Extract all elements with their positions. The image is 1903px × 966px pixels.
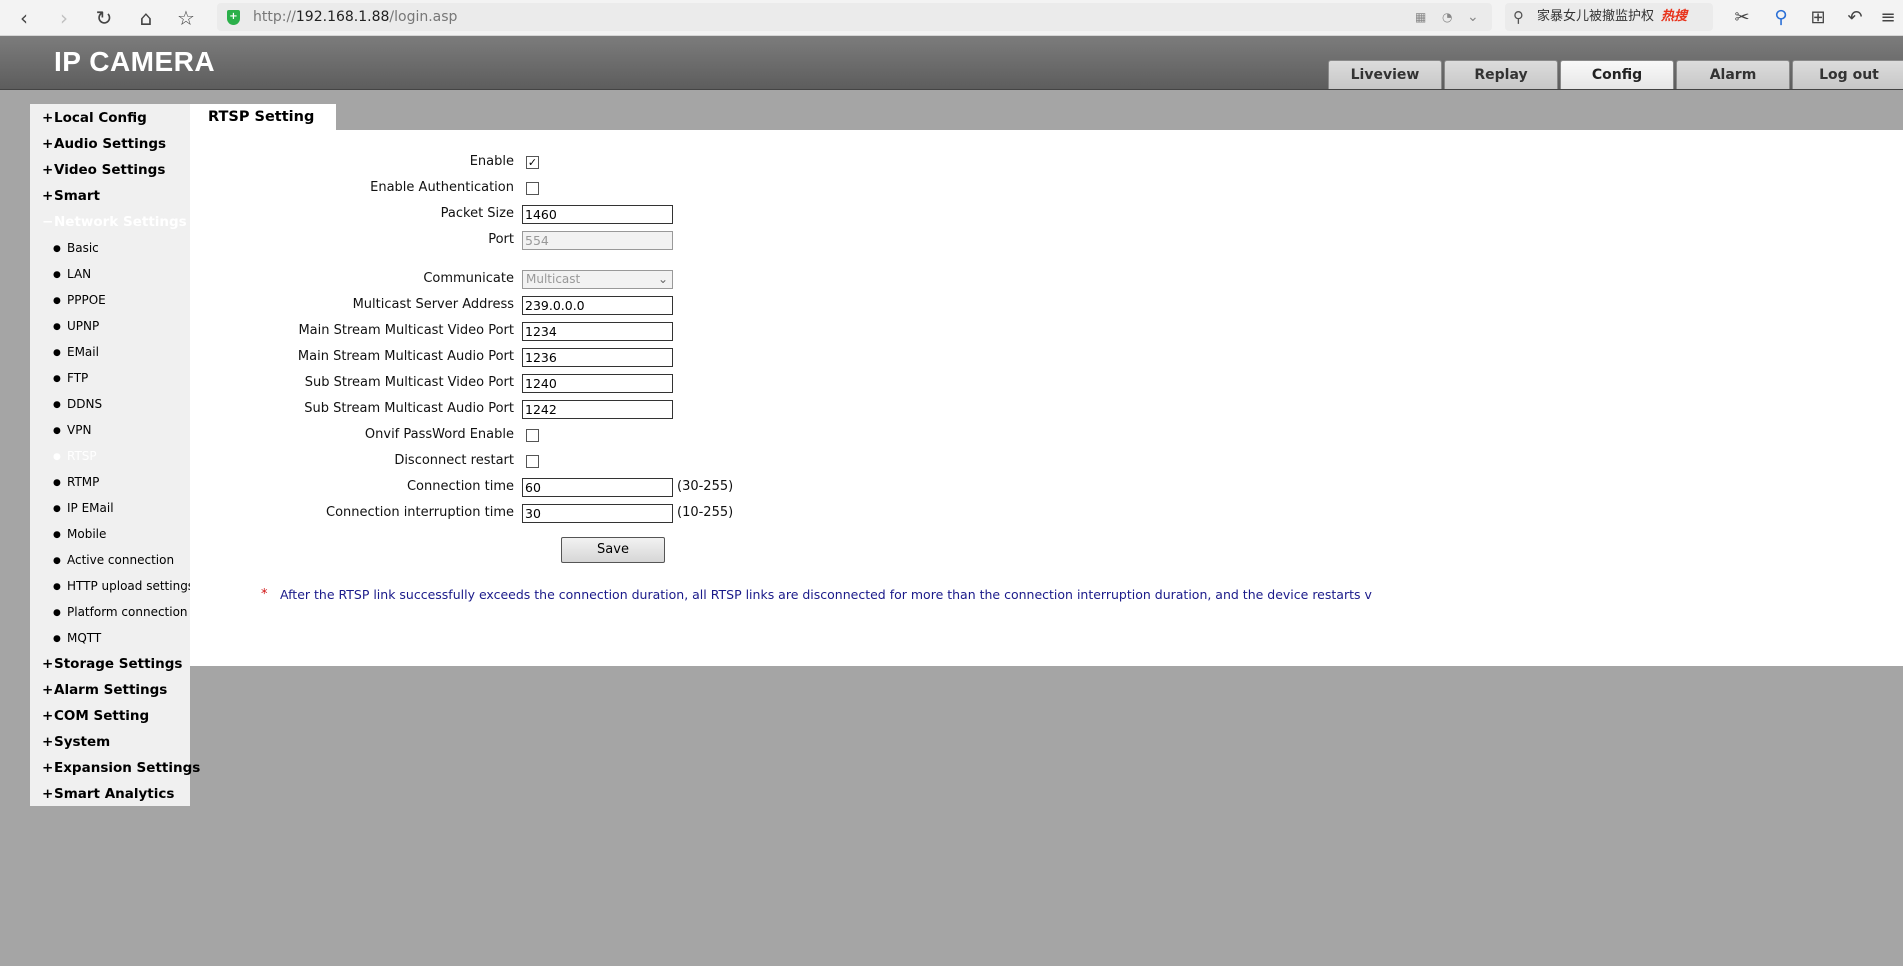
- main-audio-label: Main Stream Multicast Audio Port: [297, 349, 514, 364]
- conn-time-input[interactable]: 60: [522, 478, 673, 497]
- conn-time-label: Connection time: [406, 479, 514, 494]
- rtsp-settings-panel: Enable ✓ Enable Authentication Packet Si…: [190, 130, 1903, 666]
- communicate-label: Communicate: [423, 271, 514, 286]
- interrupt-label: Connection interruption time: [326, 505, 514, 520]
- url-text: http://192.168.1.88/login.asp: [253, 9, 458, 25]
- hot-search-badge: 热搜: [1661, 9, 1688, 24]
- packet-size-input[interactable]: 1460: [522, 205, 673, 224]
- row-auth: Enable Authentication: [190, 178, 1190, 200]
- mcast-addr-input[interactable]: 239.0.0.0: [522, 296, 673, 315]
- menu-smart-analytics[interactable]: +Smart Analytics: [42, 782, 202, 806]
- reader-icon[interactable]: ◔: [1442, 3, 1452, 31]
- menu-com-setting[interactable]: +COM Setting: [42, 704, 202, 728]
- row-interrupt: Connection interruption time 30 (10-255): [190, 503, 1190, 525]
- reload-icon[interactable]: ↻: [90, 4, 118, 32]
- sub-audio-port-input[interactable]: 1242: [522, 400, 673, 419]
- bookmark-star-icon[interactable]: ☆: [172, 4, 200, 32]
- auth-checkbox[interactable]: [526, 182, 539, 195]
- communicate-select: Multicast ⌄: [522, 270, 673, 289]
- apps-grid-icon[interactable]: ⊞: [1803, 4, 1833, 32]
- menu-local-config[interactable]: +Local Config: [42, 106, 202, 130]
- home-icon[interactable]: ⌂: [132, 4, 160, 32]
- mcast-addr-label: Multicast Server Address: [352, 297, 514, 312]
- note-asterisk: *: [261, 587, 268, 602]
- search-icon: ⚲: [1513, 8, 1524, 26]
- sub-audio-label: Sub Stream Multicast Audio Port: [304, 401, 514, 416]
- row-enable: Enable ✓: [190, 152, 1190, 174]
- menu-icon[interactable]: ≡: [1873, 4, 1903, 32]
- back-icon[interactable]: ‹: [10, 4, 38, 32]
- row-main-audio: Main Stream Multicast Audio Port 1236: [190, 347, 1190, 369]
- main-video-label: Main Stream Multicast Video Port: [298, 323, 514, 338]
- secure-shield-icon: +: [227, 10, 240, 25]
- panel-title-tab: RTSP Setting: [190, 104, 336, 130]
- tab-config[interactable]: Config: [1560, 60, 1674, 89]
- row-disconnect: Disconnect restart: [190, 451, 1190, 473]
- browser-toolbar: ‹ › ↻ ⌂ ☆ + http://192.168.1.88/login.as…: [0, 0, 1903, 36]
- port-label: Port: [488, 232, 514, 247]
- interrupt-time-input[interactable]: 30: [522, 504, 673, 523]
- menu-expansion-settings[interactable]: +Expansion Settings: [42, 756, 202, 780]
- address-bar[interactable]: + http://192.168.1.88/login.asp ▦ ◔ ⌄: [217, 3, 1492, 31]
- menu-active-connection[interactable]: ● Active connection: [53, 548, 213, 572]
- enable-checkbox[interactable]: ✓: [526, 156, 539, 169]
- menu-alarm-settings[interactable]: +Alarm Settings: [42, 678, 202, 702]
- auth-label: Enable Authentication: [370, 180, 514, 195]
- disconnect-label: Disconnect restart: [394, 453, 514, 468]
- tab-liveview[interactable]: Liveview: [1328, 60, 1442, 89]
- disconnect-restart-checkbox[interactable]: [526, 455, 539, 468]
- row-onvif: Onvif PassWord Enable: [190, 425, 1190, 447]
- tab-replay[interactable]: Replay: [1444, 60, 1558, 89]
- onvif-checkbox[interactable]: [526, 429, 539, 442]
- row-sub-audio: Sub Stream Multicast Audio Port 1242: [190, 399, 1190, 421]
- conn-time-range: (30-255): [677, 479, 734, 494]
- magnifier-icon[interactable]: ⚲: [1766, 4, 1796, 32]
- save-button[interactable]: Save: [561, 537, 665, 563]
- menu-mobile[interactable]: ● Mobile: [53, 522, 213, 546]
- enable-label: Enable: [469, 154, 514, 169]
- search-suggestion: 家暴女儿被撤监护权: [1537, 9, 1655, 24]
- qr-icon[interactable]: ▦: [1415, 3, 1426, 31]
- undo-icon[interactable]: ↶: [1840, 4, 1870, 32]
- tab-logout[interactable]: Log out: [1792, 60, 1903, 89]
- main-video-port-input[interactable]: 1234: [522, 322, 673, 341]
- camera-header: IP CAMERA Liveview Replay Config Alarm L…: [0, 36, 1903, 90]
- menu-system[interactable]: +System: [42, 730, 202, 754]
- menu-http-upload[interactable]: ● HTTP upload settings: [53, 574, 213, 598]
- sub-video-port-input[interactable]: 1240: [522, 374, 673, 393]
- onvif-label: Onvif PassWord Enable: [364, 427, 514, 442]
- row-mcast-addr: Multicast Server Address 239.0.0.0: [190, 295, 1190, 317]
- port-input: 554: [522, 231, 673, 250]
- scissors-icon[interactable]: ✂: [1727, 4, 1757, 32]
- row-communicate: Communicate Multicast ⌄: [190, 269, 1190, 291]
- row-packet-size: Packet Size 1460: [190, 204, 1190, 226]
- packet-size-label: Packet Size: [440, 206, 514, 221]
- menu-storage-settings[interactable]: +Storage Settings: [42, 652, 202, 676]
- main-audio-port-input[interactable]: 1236: [522, 348, 673, 367]
- row-port: Port 554: [190, 230, 1190, 252]
- rtsp-note: After the RTSP link successfully exceeds…: [280, 587, 1372, 602]
- interrupt-range: (10-255): [677, 505, 734, 520]
- menu-mqtt[interactable]: ● MQTT: [53, 626, 213, 650]
- browser-search[interactable]: ⚲ 家暴女儿被撤监护权 热搜: [1505, 3, 1713, 31]
- row-main-video: Main Stream Multicast Video Port 1234: [190, 321, 1190, 343]
- sub-video-label: Sub Stream Multicast Video Port: [304, 375, 514, 390]
- brand-title: IP CAMERA: [54, 46, 216, 77]
- forward-icon[interactable]: ›: [50, 4, 78, 32]
- chevron-down-icon: ⌄: [657, 272, 668, 286]
- menu-platform-connection[interactable]: ● Platform connection: [53, 600, 213, 624]
- chevron-down-icon[interactable]: ⌄: [1467, 3, 1479, 31]
- row-conn-time: Connection time 60 (30-255): [190, 477, 1190, 499]
- row-sub-video: Sub Stream Multicast Video Port 1240: [190, 373, 1190, 395]
- tab-alarm[interactable]: Alarm: [1676, 60, 1790, 89]
